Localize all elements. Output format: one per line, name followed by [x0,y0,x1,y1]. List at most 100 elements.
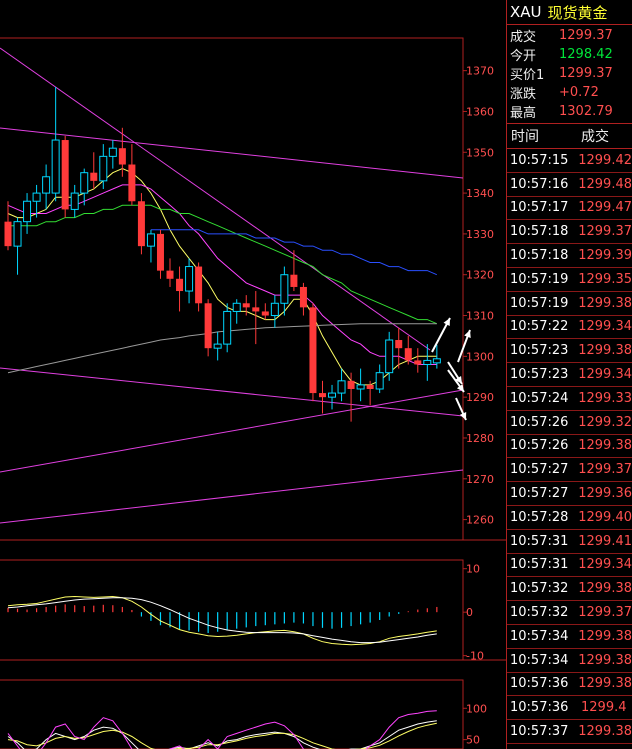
tick-row[interactable]: 10:57:18 1299.39 [507,244,632,268]
tick-row[interactable]: 10:57:17 1299.47 [507,197,632,221]
y-tick-label: 100 [466,702,487,715]
y-tick-label: 1280 [466,432,494,445]
tick-price: 1299.37 [578,605,632,621]
tick-row[interactable]: 10:57:31 1299.41 [507,530,632,554]
candle-body-up [146,233,155,247]
candle-body-down [318,393,326,398]
tick-row[interactable]: 10:57:28 1299.40 [507,506,632,530]
candle-body-up [80,172,89,194]
tick-price: 1299.38 [578,652,632,668]
tick-row[interactable]: 10:57:37 1299.38 [507,720,632,744]
tick-time: 10:57:23 [510,367,569,383]
tick-price: 1299.38 [578,438,632,454]
candle-body-up [385,339,394,374]
tick-time: 10:57:32 [510,605,569,621]
macd-line [7,595,437,646]
tick-row[interactable]: 10:57:19 1299.35 [507,268,632,292]
tick-time: 10:57:28 [510,509,569,525]
tick-time: 10:57:37 [510,724,569,740]
tick-price: 1299.38 [578,581,632,597]
tick-row[interactable]: 10:57:32 1299.38 [507,577,632,602]
kline-chart-svg[interactable]: 1260 1270 1280 1290 1300 1310 1320 1330 1340 1350… [0,0,506,749]
candle-body-down [61,140,69,210]
y-tick-label: 1330 [466,228,494,241]
annotation-arrow [455,397,467,421]
tick-row[interactable]: 10:57:27 1299.37 [507,458,632,483]
candle-body-up [32,192,41,202]
y-tick-label: 1320 [466,269,494,282]
quote-row-bid: 买价1 1299.37 [507,64,632,83]
tick-price: 1299.42 [578,152,632,168]
quote-label: 今开 [510,49,537,64]
tick-price: 1299.38 [578,676,632,692]
tick-row[interactable]: 10:57:31 1299.34 [507,554,632,578]
quote-label: 最高 [510,106,537,121]
tick-row[interactable]: 10:57:15 1299.42 [507,149,632,173]
tick-row[interactable]: 10:57:26 1299.32 [507,411,632,435]
trendline [0,367,464,417]
instrument-header[interactable]: XAU 现货黄金 [507,0,632,25]
tick-time: 10:57:22 [510,319,569,335]
panel-frame [0,559,464,661]
quote-value: 1298.42 [559,47,613,62]
candle-body-down [404,348,412,361]
candle-body-up [280,274,289,304]
candle-body-down [128,164,136,202]
tick-time: 10:57:27 [510,462,569,478]
tick-row[interactable]: 10:57:36 1299.38 [507,673,632,697]
tick-time: 10:57:18 [510,248,569,264]
tick-price: 1299.4 [581,700,627,716]
tick-time: 10:57:15 [510,152,569,168]
tick-row[interactable]: 10:57:23 1299.34 [507,363,632,387]
candle-body-up [213,343,222,349]
quote-label: 涨跌 [510,87,537,102]
tick-price: 1299.40 [578,509,632,525]
y-tick-label: 1360 [466,105,494,118]
tick-time: 10:57:32 [510,581,569,597]
tick-row[interactable]: 10:57:26 1299.38 [507,435,632,459]
quote-label: 买价1 [510,68,545,83]
tick-row[interactable]: 10:57:19 1299.38 [507,292,632,316]
tick-time: 10:57:23 [510,343,569,359]
trendline [0,127,464,179]
tick-time: 10:57:16 [510,176,569,192]
tick-row[interactable]: 10:57:27 1299.36 [507,482,632,506]
tick-row[interactable]: 10:57:24 1299.33 [507,387,632,411]
kdj-line [7,710,437,749]
tick-row[interactable]: 10:57:18 1299.37 [507,220,632,245]
candle-body-up [232,302,241,312]
candle-body-up [375,372,384,390]
candle-body-up [185,266,194,292]
candle-body-down [252,307,260,312]
tick-row[interactable]: 10:57:32 1299.37 [507,601,632,625]
tick-row[interactable]: 10:57:34 1299.38 [507,649,632,673]
tick-row[interactable]: 10:57:34 1299.38 [507,625,632,649]
chart-area[interactable]: 1260 1270 1280 1290 1300 1310 1320 1330 1340 1350… [0,0,506,749]
candle-body-down [204,303,212,349]
tick-row[interactable]: 10:57:16 1299.48 [507,173,632,197]
instrument-symbol: XAU [510,3,542,21]
tick-price: 1299.38 [578,628,632,644]
tick-time: 10:57:34 [510,652,569,668]
candle-body-down [347,380,355,389]
tick-row[interactable]: 10:57:22 1299.34 [507,316,632,340]
tick-row[interactable]: 10:57:23 1299.38 [507,339,632,364]
candle-body-up [356,384,365,390]
tick-price: 1299.34 [578,557,632,573]
y-tick-label: 1350 [466,146,494,159]
tick-list[interactable]: 10:57:15 1299.42 10:57:16 1299.48 10:57:17 12… [507,149,632,744]
candle-body-up [42,176,51,194]
tick-price: 1299.39 [578,248,632,264]
y-tick-label: 1300 [466,350,494,363]
tick-row[interactable]: 10:57:36 1299.4 [507,696,632,721]
candle-body-down [414,360,422,365]
y-tick-label: 1290 [466,391,494,404]
y-tick-label: 1270 [466,473,494,486]
tick-price: 1299.34 [578,319,632,335]
tick-price: 1299.41 [578,533,632,549]
tick-time: 10:57:31 [510,557,569,573]
tick-price: 1299.37 [578,462,632,478]
tick-time-header: 时间 [511,129,539,145]
trendline [0,389,464,473]
quote-value: 1299.37 [559,66,613,81]
